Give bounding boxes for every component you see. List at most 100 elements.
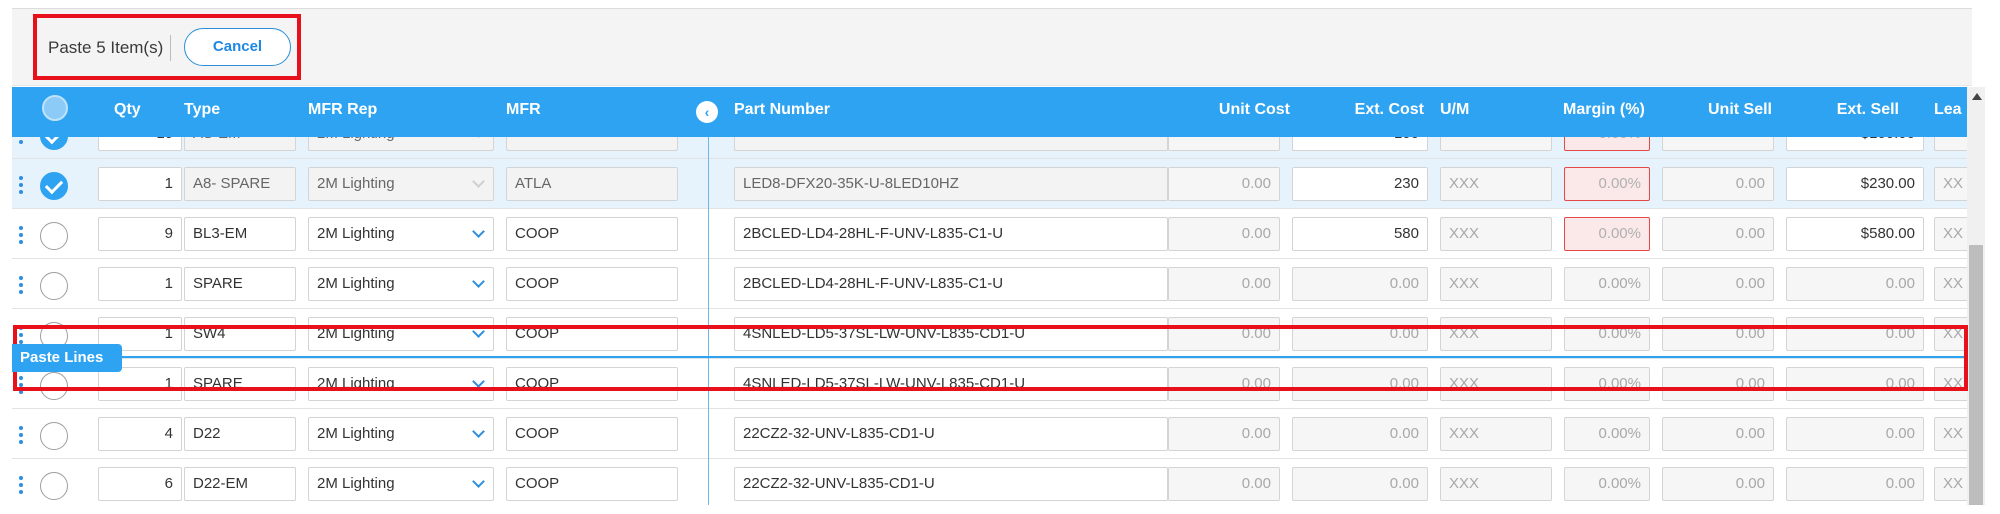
chevron-down-icon[interactable] — [472, 425, 485, 438]
um-input[interactable]: XXX — [1440, 217, 1552, 251]
header-lead[interactable]: Lea — [1934, 101, 1962, 119]
lead-input[interactable]: XX — [1934, 467, 1967, 501]
ext-cost-input[interactable]: 230 — [1292, 167, 1428, 201]
um-input[interactable]: XXX — [1440, 417, 1552, 451]
part-number-input[interactable]: 2BCLED-LD4-28HL-F-UNV-L835-C1-U — [734, 267, 1168, 301]
row-select-checkbox[interactable] — [40, 422, 68, 450]
table-row[interactable]: 9 BL3-EM 2M Lighting COOP 2BCLED-LD4-28HL-F-… — [12, 209, 1967, 259]
table-body: 10AS-EM2M Lighting1000.00%$100.001A8- SP… — [12, 109, 1967, 505]
row-select-checkbox[interactable] — [40, 272, 68, 300]
part-number-input[interactable]: 2BCLED-LD4-28HL-F-UNV-L835-C1-U — [734, 217, 1168, 251]
header-type[interactable]: Type — [184, 101, 220, 119]
ext-sell-input[interactable]: $230.00 — [1786, 167, 1924, 201]
table-row[interactable]: 1 A8- SPARE 2M Lighting ATLA LED8-DFX20-35K-… — [12, 159, 1967, 209]
chevron-down-icon[interactable] — [472, 225, 485, 238]
header-part-number[interactable]: Part Number — [734, 101, 830, 119]
header-ext-sell[interactable]: Ext. Sell — [1787, 101, 1899, 119]
type-input[interactable]: D22 — [184, 417, 296, 451]
mfr-input[interactable]: COOP — [506, 467, 678, 501]
ext-cost-input[interactable]: 580 — [1292, 217, 1428, 251]
ext-sell-input[interactable]: $580.00 — [1786, 217, 1924, 251]
mfr-rep-select[interactable]: 2M Lighting — [308, 417, 494, 451]
header-margin[interactable]: Margin (%) — [1563, 101, 1645, 119]
lead-input[interactable]: XX — [1934, 167, 1967, 201]
um-input-value: XXX — [1449, 225, 1480, 242]
margin-input[interactable]: 0.00% — [1564, 167, 1650, 201]
mfr-rep-select[interactable]: 2M Lighting — [308, 467, 494, 501]
scrollbar-thumb[interactable] — [1969, 245, 1983, 505]
part-number-input[interactable]: LED8-DFX20-35K-U-8LED10HZ — [734, 167, 1168, 201]
um-input-value: XXX — [1449, 425, 1480, 442]
margin-input[interactable]: 0.00% — [1564, 267, 1650, 301]
ext-sell-input[interactable]: 0.00 — [1786, 467, 1924, 501]
ext-sell-input[interactable]: 0.00 — [1786, 417, 1924, 451]
row-select-checkbox[interactable] — [40, 222, 68, 250]
ext-cost-input[interactable]: 0.00 — [1292, 267, 1428, 301]
header-mfr[interactable]: MFR — [506, 101, 541, 119]
um-input[interactable]: XXX — [1440, 467, 1552, 501]
type-input[interactable]: SPARE — [184, 267, 296, 301]
ext-sell-input[interactable]: 0.00 — [1786, 267, 1924, 301]
mfr-rep-select[interactable]: 2M Lighting — [308, 267, 494, 301]
table-row[interactable]: 1 SPARE 2M Lighting COOP 2BCLED-LD4-28HL-F-U… — [12, 259, 1967, 309]
um-input[interactable]: XXX — [1440, 167, 1552, 201]
chevron-down-icon[interactable] — [472, 475, 485, 488]
part-number-input[interactable]: 22CZ2-32-UNV-L835-CD1-U — [734, 417, 1168, 451]
unit-cost-input[interactable]: 0.00 — [1168, 467, 1280, 501]
unit-sell-input[interactable]: 0.00 — [1662, 467, 1774, 501]
mfr-rep-select[interactable]: 2M Lighting — [308, 167, 494, 201]
unit-cost-input[interactable]: 0.00 — [1168, 167, 1280, 201]
unit-cost-input[interactable]: 0.00 — [1168, 267, 1280, 301]
qty-input[interactable]: 1 — [98, 167, 182, 201]
row-select-checkbox[interactable] — [40, 172, 68, 200]
drag-handle-icon[interactable] — [19, 176, 25, 197]
scroll-up-arrow-icon[interactable] — [1972, 93, 1982, 100]
margin-input[interactable]: 0.00% — [1564, 217, 1650, 251]
unit-sell-input[interactable]: 0.00 — [1662, 417, 1774, 451]
mfr-input[interactable]: ATLA — [506, 167, 678, 201]
paste-lines-tag[interactable]: Paste Lines — [12, 344, 122, 372]
mfr-input[interactable]: COOP — [506, 217, 678, 251]
qty-input[interactable]: 9 — [98, 217, 182, 251]
select-all-checkbox[interactable] — [42, 95, 68, 121]
lead-input[interactable]: XX — [1934, 267, 1967, 301]
table-row[interactable]: 6 D22-EM 2M Lighting COOP 22CZ2-32-UNV-L835-… — [12, 459, 1967, 505]
margin-input[interactable]: 0.00% — [1564, 417, 1650, 451]
drag-handle-icon[interactable] — [19, 476, 25, 497]
header-unit-cost[interactable]: Unit Cost — [1182, 101, 1290, 119]
qty-input[interactable]: 6 — [98, 467, 182, 501]
table-row[interactable]: 4 D22 2M Lighting COOP 22CZ2-32-UNV-L835-CD1… — [12, 409, 1967, 459]
ext-cost-input[interactable]: 0.00 — [1292, 467, 1428, 501]
um-input[interactable]: XXX — [1440, 267, 1552, 301]
mfr-input[interactable]: COOP — [506, 417, 678, 451]
lead-input[interactable]: XX — [1934, 417, 1967, 451]
margin-input[interactable]: 0.00% — [1564, 467, 1650, 501]
part-number-input[interactable]: 22CZ2-32-UNV-L835-CD1-U — [734, 467, 1168, 501]
mfr-rep-select[interactable]: 2M Lighting — [308, 217, 494, 251]
drag-handle-icon[interactable] — [19, 426, 25, 447]
type-input[interactable]: A8- SPARE — [184, 167, 296, 201]
header-qty[interactable]: Qty — [114, 101, 141, 119]
drag-handle-icon[interactable] — [19, 276, 25, 297]
row-select-checkbox[interactable] — [40, 472, 68, 500]
type-input[interactable]: BL3-EM — [184, 217, 296, 251]
unit-sell-input[interactable]: 0.00 — [1662, 217, 1774, 251]
type-input[interactable]: D22-EM — [184, 467, 296, 501]
lead-input[interactable]: XX — [1934, 217, 1967, 251]
header-unit-sell[interactable]: Unit Sell — [1662, 101, 1772, 119]
drag-handle-icon[interactable] — [19, 226, 25, 247]
chevron-left-icon[interactable]: ‹ — [696, 101, 718, 123]
header-ext-cost[interactable]: Ext. Cost — [1302, 101, 1424, 119]
chevron-down-icon[interactable] — [472, 275, 485, 288]
header-um[interactable]: U/M — [1440, 101, 1469, 119]
ext-cost-input[interactable]: 0.00 — [1292, 417, 1428, 451]
unit-sell-input[interactable]: 0.00 — [1662, 267, 1774, 301]
qty-input[interactable]: 4 — [98, 417, 182, 451]
header-mfr-rep[interactable]: MFR Rep — [308, 101, 377, 119]
chevron-down-icon[interactable] — [472, 175, 485, 188]
qty-input[interactable]: 1 — [98, 267, 182, 301]
mfr-input[interactable]: COOP — [506, 267, 678, 301]
unit-cost-input[interactable]: 0.00 — [1168, 417, 1280, 451]
unit-sell-input[interactable]: 0.00 — [1662, 167, 1774, 201]
unit-cost-input[interactable]: 0.00 — [1168, 217, 1280, 251]
